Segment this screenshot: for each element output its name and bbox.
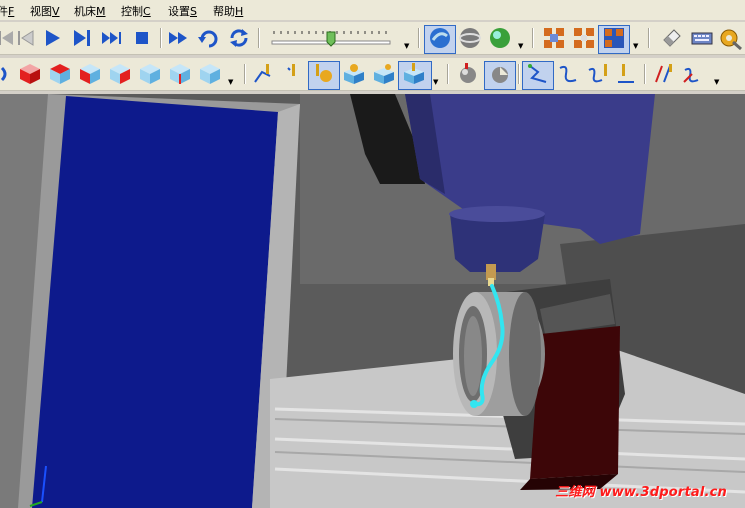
- stock-dropdown-arrow[interactable]: ▼: [433, 78, 438, 86]
- grid-dropdown-arrow[interactable]: ▼: [633, 42, 638, 50]
- gear-icon[interactable]: [718, 26, 742, 50]
- view-front-icon[interactable]: [18, 62, 42, 86]
- view-left-icon[interactable]: [108, 62, 132, 86]
- view-bottom-icon[interactable]: [168, 62, 192, 86]
- tool-path-b-icon[interactable]: [282, 62, 306, 86]
- path-display-b-icon[interactable]: [556, 62, 580, 86]
- display-dropdown-arrow[interactable]: ▼: [518, 42, 523, 50]
- path-display-d-icon[interactable]: [614, 62, 638, 86]
- menu-bar: 件F 视图V 机床M 控制C 设置S 帮助H: [0, 0, 745, 20]
- cutting-tool: [486, 264, 496, 280]
- material-sphere-icon[interactable]: [456, 62, 480, 86]
- menu-file[interactable]: 件F: [0, 3, 14, 19]
- skip-forward-icon[interactable]: [167, 26, 191, 50]
- globe-icon[interactable]: [488, 26, 512, 50]
- stock-b-icon[interactable]: [372, 62, 396, 86]
- menu-settings[interactable]: 设置S: [168, 3, 197, 19]
- slider-dropdown-arrow[interactable]: ▼: [404, 42, 409, 50]
- tool-path-c-icon[interactable]: [312, 62, 336, 86]
- refresh-icon[interactable]: [227, 26, 251, 50]
- view-iso-icon[interactable]: [198, 62, 222, 86]
- rotate-icon[interactable]: [197, 26, 221, 50]
- view-top-icon[interactable]: [48, 62, 72, 86]
- menu-help[interactable]: 帮助H: [213, 3, 243, 19]
- path-display-c-icon[interactable]: [586, 62, 610, 86]
- wire-sphere-icon[interactable]: [458, 26, 482, 50]
- blue-door-panel: [32, 96, 278, 508]
- 3d-viewport[interactable]: 三维网 www.3dportal.cn: [0, 94, 745, 508]
- path-dropdown-arrow[interactable]: ▼: [714, 78, 719, 86]
- grid-view-b-icon[interactable]: [572, 26, 596, 50]
- toolbar-views: ▼ ▼ ▼: [0, 58, 745, 91]
- tool-path-a-icon[interactable]: [252, 62, 276, 86]
- machine-scene: [0, 94, 745, 508]
- shaded-sphere-icon[interactable]: [428, 26, 452, 50]
- stop-icon[interactable]: [130, 26, 154, 50]
- spindle-nose: [450, 214, 545, 272]
- speed-slider[interactable]: [268, 28, 396, 50]
- watermark: 三维网 www.3dportal.cn: [555, 485, 727, 500]
- grid-view-a-icon[interactable]: [542, 26, 566, 50]
- menu-control[interactable]: 控制C: [121, 3, 151, 19]
- eraser-icon[interactable]: [660, 26, 684, 50]
- fast-forward-icon[interactable]: [100, 26, 124, 50]
- path-verify-icon[interactable]: [682, 62, 706, 86]
- play-icon[interactable]: [40, 26, 64, 50]
- keyboard-icon[interactable]: [690, 26, 714, 50]
- view-partial-icon[interactable]: [0, 62, 12, 86]
- stock-c-icon[interactable]: [402, 62, 426, 86]
- menu-view[interactable]: 视图V: [30, 3, 60, 19]
- material-cut-icon[interactable]: [488, 62, 512, 86]
- grid-view-c-icon[interactable]: [602, 26, 626, 50]
- slider-thumb[interactable]: [326, 31, 336, 47]
- step-forward-icon[interactable]: [70, 26, 94, 50]
- view-back-icon[interactable]: [138, 62, 162, 86]
- view-right-icon[interactable]: [78, 62, 102, 86]
- step-back-icon[interactable]: [14, 26, 38, 50]
- view-dropdown-arrow[interactable]: ▼: [228, 78, 233, 86]
- path-compare-icon[interactable]: [652, 62, 676, 86]
- stock-a-icon[interactable]: [342, 62, 366, 86]
- toolbar-simulation: ▼ ▼ ▼: [0, 22, 745, 55]
- menu-machine[interactable]: 机床M: [74, 3, 106, 19]
- path-display-a-icon[interactable]: [526, 62, 550, 86]
